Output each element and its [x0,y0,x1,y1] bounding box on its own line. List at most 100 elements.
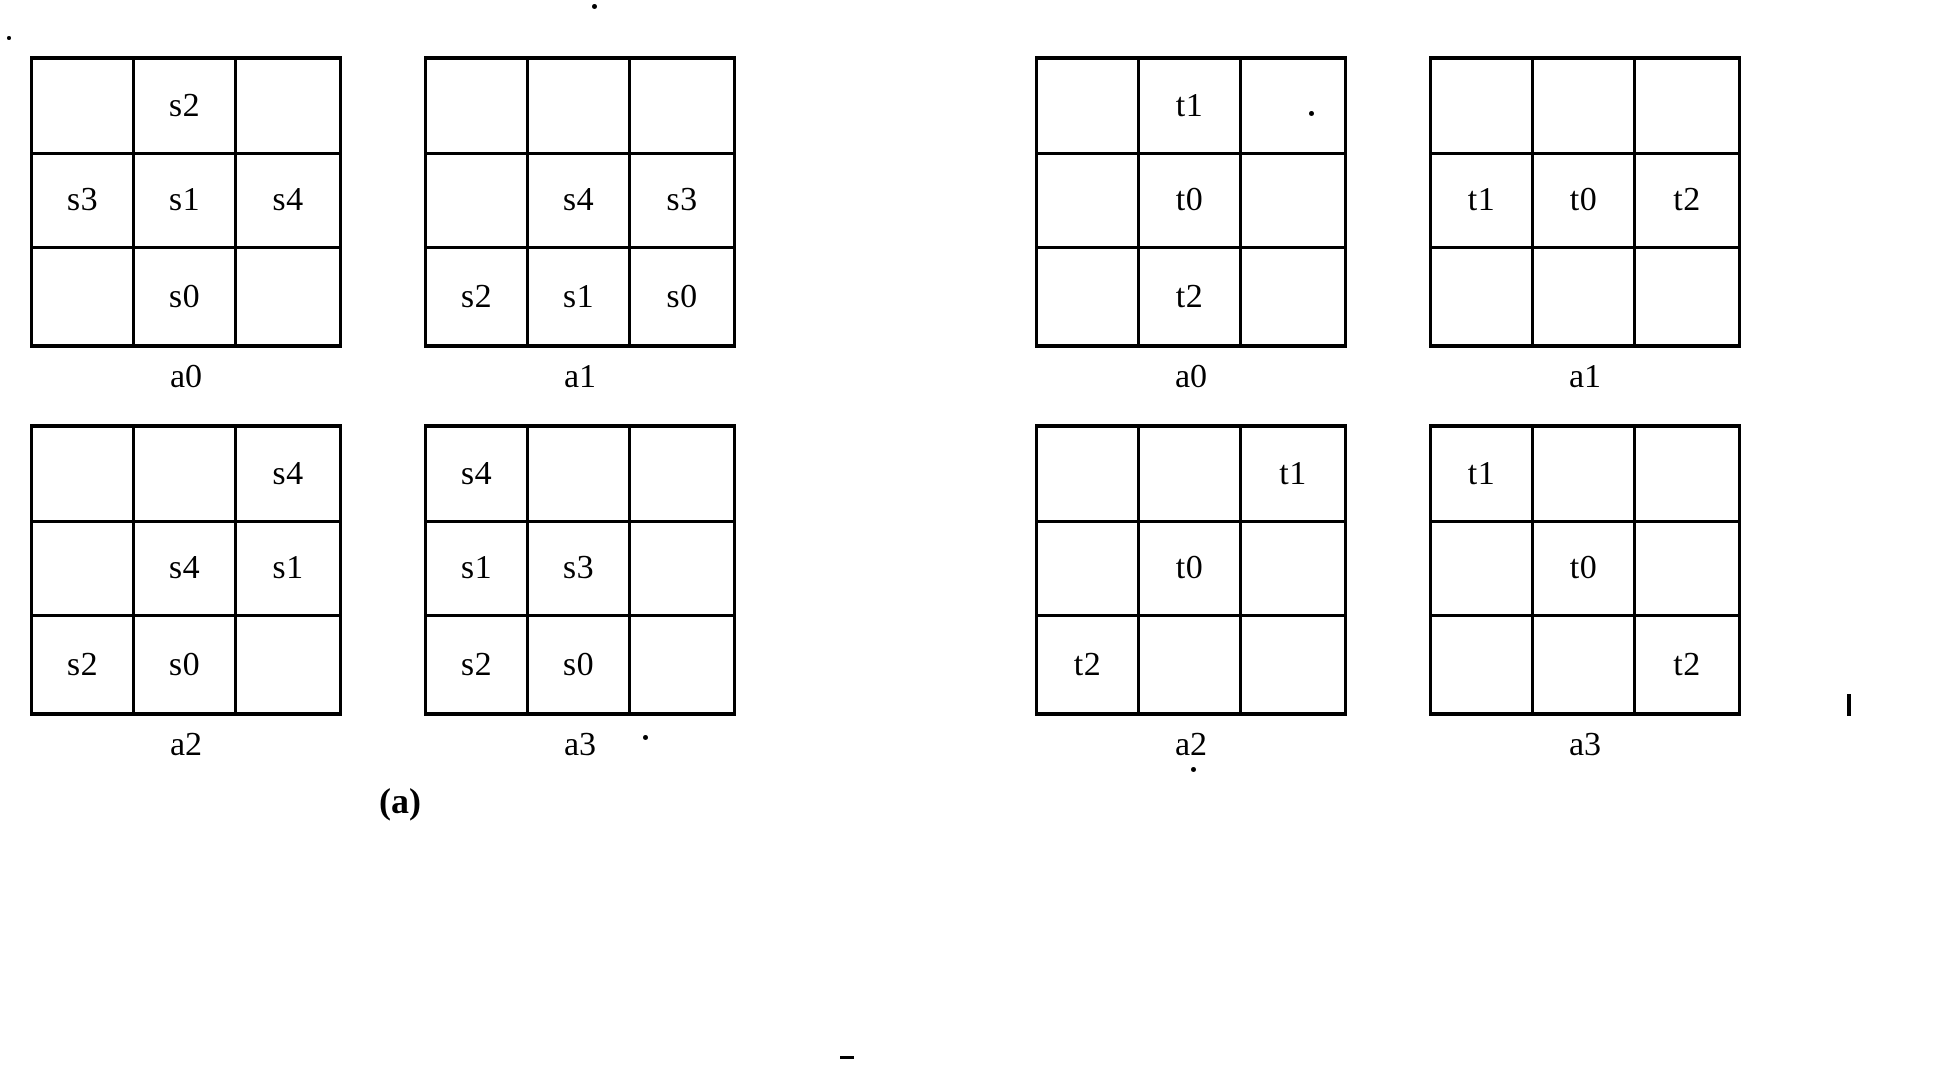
grid-cell: t0 [1140,522,1242,618]
grid-cell: s4 [237,428,339,523]
grid-b-a2: t1 t0 t2 [1035,424,1347,716]
grid-cell: s0 [135,617,237,712]
grid-cell [33,249,135,344]
grid-cell: t2 [1038,617,1140,712]
grid-cell [1242,249,1344,344]
grid-cell: s4 [237,155,339,250]
grid-block-b-a0: t1 t0 t2 [1035,56,1347,348]
grid-cell: s3 [631,155,733,250]
grid-a-a3: s4 s1 s3 s2 s0 [424,424,736,716]
grid-cell: s0 [135,249,237,344]
panel-b: t1 t0 t2 a0 t1 t0 t2 a1 t1 t0 t2 a2 t1 t… [979,0,1958,1074]
grid-cell [1140,617,1242,712]
scan-speck [840,1056,854,1059]
grid-cell [631,60,733,155]
grid-cell [33,60,135,155]
grid-cell [1242,617,1344,712]
grid-block-a-a2: s4 s4 s1 s2 s0 [30,424,342,716]
grid-block-b-a3: t1 t0 t2 [1429,424,1741,716]
grid-cell [33,428,135,523]
grid-cell: t1 [1140,60,1242,155]
grid-block-b-a2: t1 t0 t2 [1035,424,1347,716]
grid-cell [631,428,733,523]
grid-cell: t2 [1140,249,1242,344]
grid-cell: t0 [1534,154,1636,250]
grid-cell [237,249,339,344]
grid-cell: s0 [529,617,631,712]
grid-cell: s4 [529,154,631,250]
grid-cell [631,523,733,618]
grid-cell [1534,617,1636,712]
grid-a-a2: s4 s4 s1 s2 s0 [30,424,342,716]
grid-cell [427,154,529,250]
grid-cell [1242,155,1344,250]
grid-cell [1038,60,1140,155]
grid-cell [427,60,529,155]
grid-cell: s1 [427,522,529,618]
scan-speck [592,4,597,9]
scan-speck [643,735,648,740]
grid-label-b-a2: a2 [1174,726,1208,763]
grid-cell [529,428,631,523]
scan-speck [7,36,11,40]
grid-cell [33,522,135,618]
figure-root: s2 s3 s1 s4 s0 a0 s4 s3 s2 s1 s0 a1 s4 s… [0,0,1958,1074]
scan-speck [1847,694,1851,716]
grid-cell: s1 [135,154,237,250]
grid-label-a-a2: a2 [169,726,203,763]
grid-label-a-a0: a0 [169,358,203,395]
grid-cell: s2 [427,617,529,712]
grid-cell: s1 [237,523,339,618]
grid-cell [1038,428,1140,523]
grid-cell [237,60,339,155]
grid-cell [1534,249,1636,344]
grid-cell: s2 [33,617,135,712]
grid-cell [237,617,339,712]
grid-block-b-a1: t1 t0 t2 [1429,56,1741,348]
grid-cell [1038,522,1140,618]
grid-b-a3: t1 t0 t2 [1429,424,1741,716]
grid-cell [1636,60,1738,155]
grid-label-b-a3: a3 [1568,726,1602,763]
grid-label-a-a3: a3 [563,726,597,763]
grid-cell [529,60,631,155]
grid-cell: t0 [1534,522,1636,618]
grid-cell: s3 [33,154,135,250]
grid-cell [135,428,237,523]
grid-cell: t2 [1673,645,1701,683]
grid-cell: t0 [1140,154,1242,250]
grid-cell [1636,249,1738,344]
grid-cell: s2 [135,60,237,155]
grid-cell: s3 [529,522,631,618]
grid-label-b-a1: a1 [1568,358,1602,395]
grid-cell [631,617,733,712]
grid-cell [1534,60,1636,155]
grid-cell [1242,60,1344,155]
grid-label-a-a1: a1 [563,358,597,395]
grid-label-b-a0: a0 [1174,358,1208,395]
grid-a-a1: s4 s3 s2 s1 s0 [424,56,736,348]
grid-cell: t1 [1242,428,1344,523]
scan-speck [1191,767,1196,772]
grid-cell [1432,249,1534,344]
panel-caption-a: (a) [379,781,421,821]
grid-cell [1432,617,1534,712]
grid-cell: t1 [1432,154,1534,250]
grid-cell [1432,522,1534,618]
grid-cell [1432,60,1534,155]
grid-block-a-a0: s2 s3 s1 s4 s0 [30,56,342,348]
grid-cell: s0 [666,277,698,315]
grid-cell: t2 [1636,155,1738,250]
grid-cell [1636,523,1738,618]
grid-block-a-a3: s4 s1 s3 s2 s0 [424,424,736,716]
grid-cell [1038,249,1140,344]
grid-cell: s4 [135,522,237,618]
grid-cell [1534,428,1636,523]
grid-b-a0: t1 t0 t2 [1035,56,1347,348]
grid-cell: s2 [427,249,529,344]
grid-cell [1242,523,1344,618]
scan-speck [1309,111,1314,116]
panel-a: s2 s3 s1 s4 s0 a0 s4 s3 s2 s1 s0 a1 s4 s… [0,0,979,1074]
grid-cell [1636,428,1738,523]
grid-b-a1: t1 t0 t2 [1429,56,1741,348]
